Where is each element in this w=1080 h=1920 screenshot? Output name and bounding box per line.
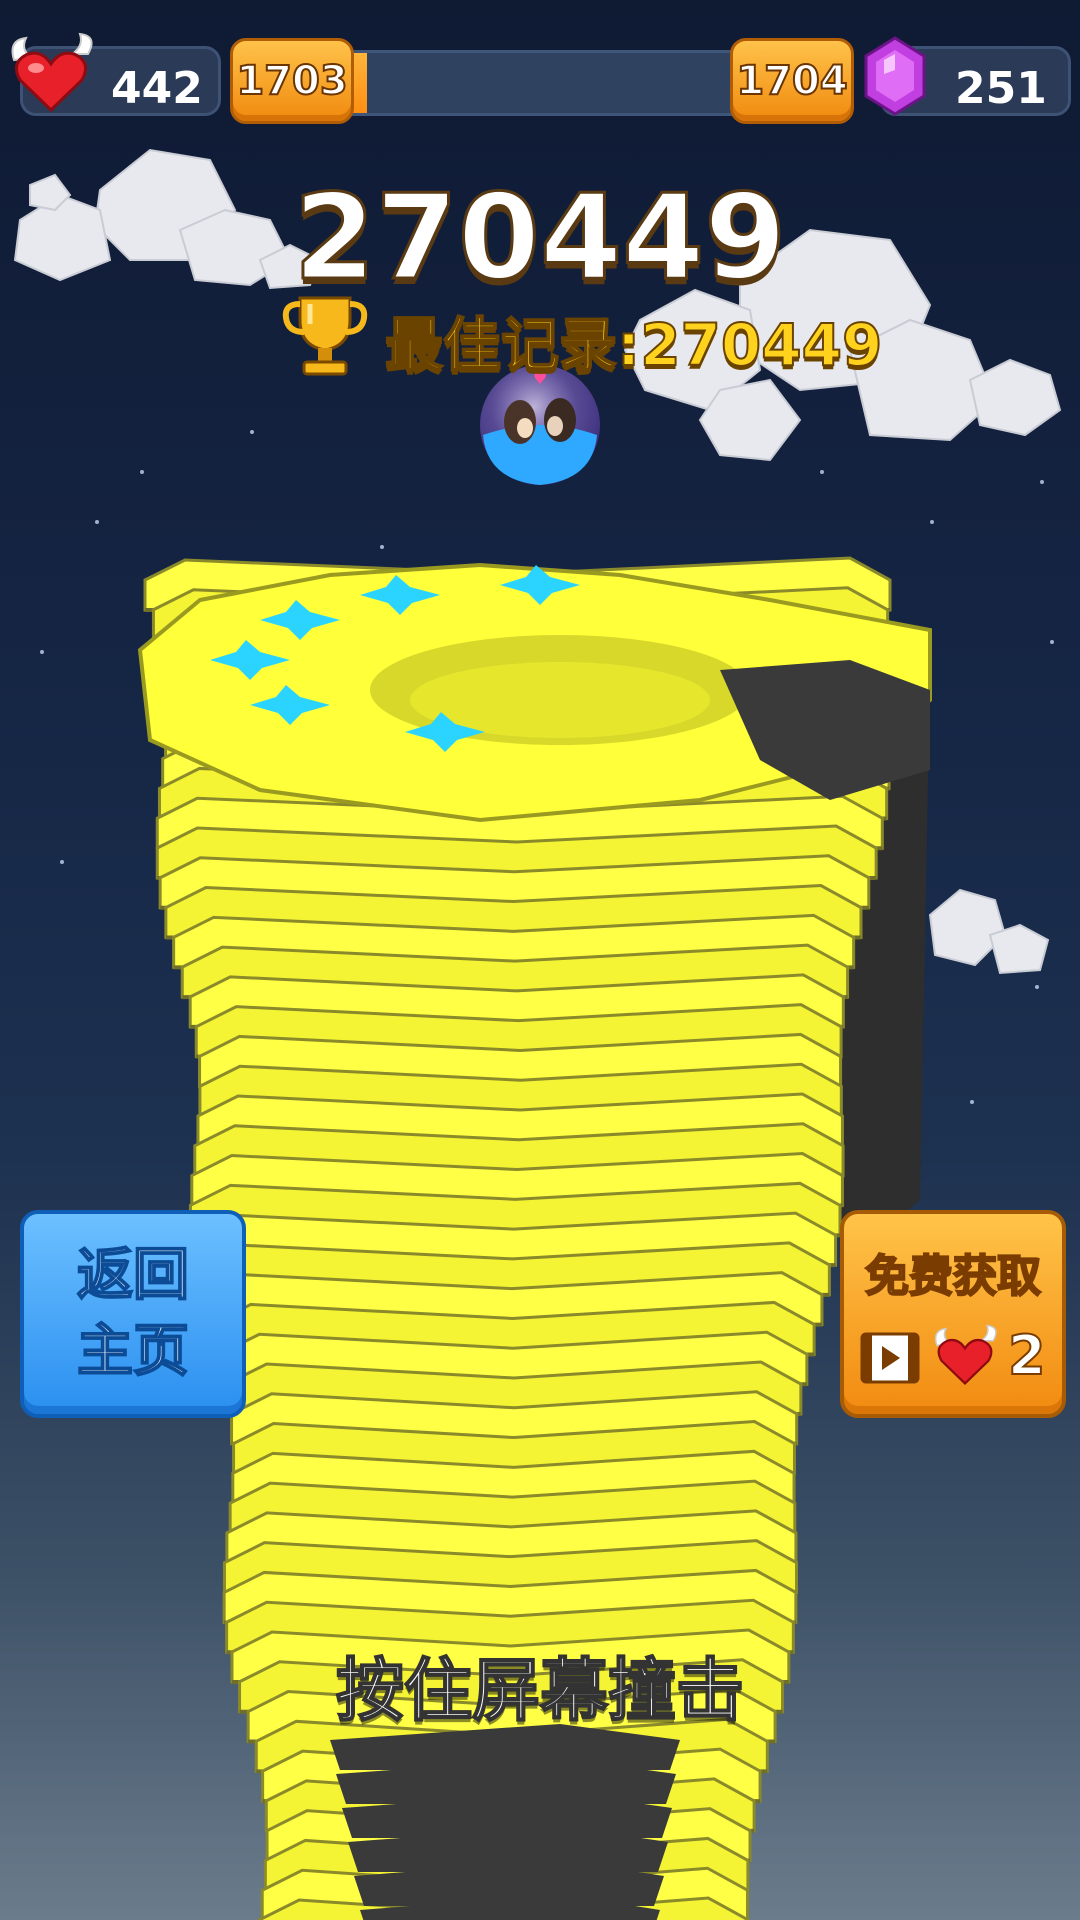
best-record: 最佳记录:270449 [280,290,900,380]
free-lives-label: 免费获取 [864,1250,1042,1303]
free-lives-count: 2 [1007,1323,1047,1388]
best-record-text: 最佳记录:270449 [384,310,883,380]
purple-gem-icon [864,36,926,116]
winged-heart-icon [11,32,93,113]
free-lives-button[interactable]: 免费获取 2 [840,1210,1066,1418]
return-home-label-line2: 主页 [76,1318,190,1385]
level-progress-bar [340,50,746,116]
gem-value: 251 [955,63,1047,114]
return-home-label-line1: 返回 [76,1242,190,1309]
tap-hint: 按住屏幕撞击 [335,1651,745,1732]
next-level-badge: 1704 [730,38,854,124]
lives-value: 442 [111,63,203,114]
free-lives-reward: 2 [860,1323,1050,1394]
current-level-badge: 1703 [230,38,354,124]
video-icon [860,1332,920,1384]
top-hud: 442 1703 1704 251 [0,32,1080,124]
trophy-icon [282,296,368,376]
return-home-button[interactable]: 返回 主页 [20,1210,246,1418]
current-score: 270449 [292,167,788,308]
winged-heart-icon [934,1324,997,1386]
